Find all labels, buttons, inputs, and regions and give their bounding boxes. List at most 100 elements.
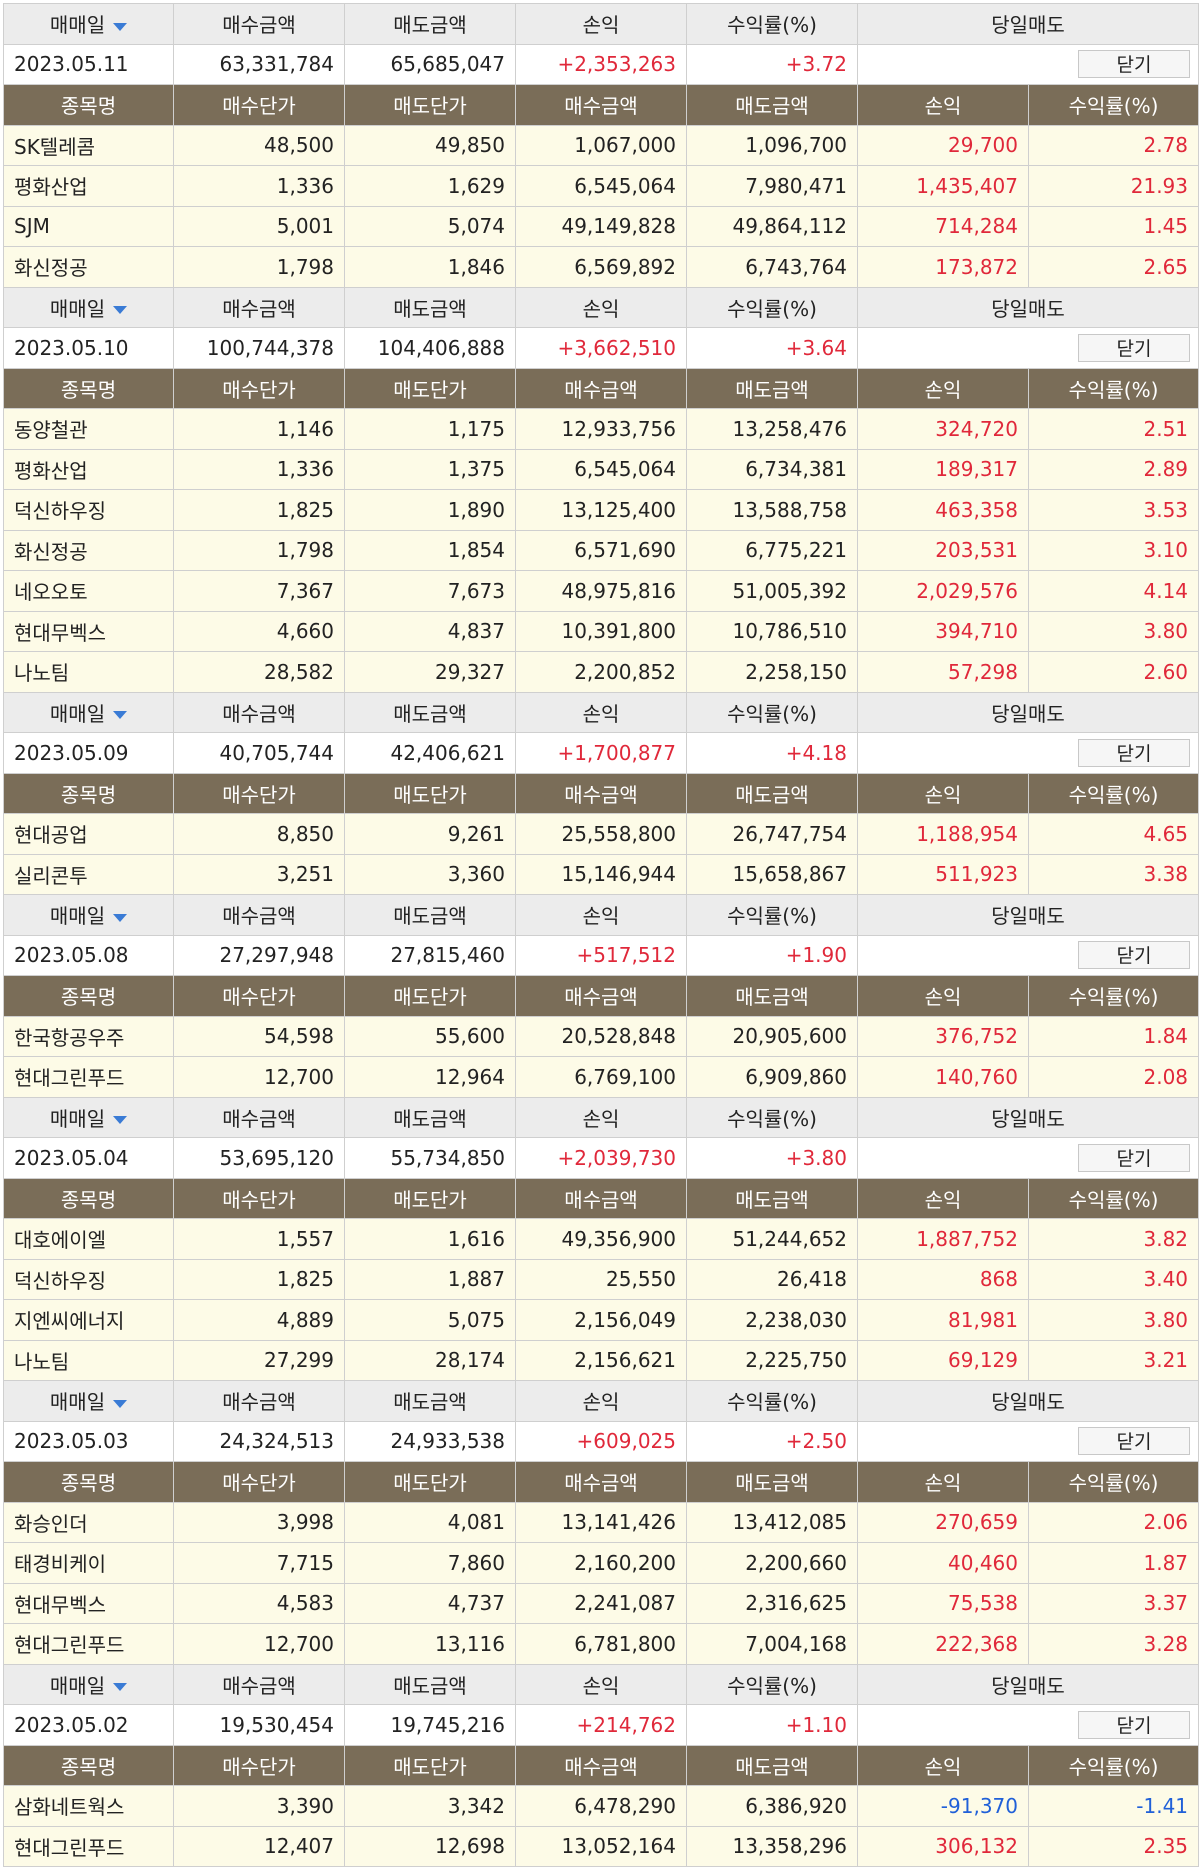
- total-return-rate: +3.72: [686, 43, 858, 85]
- profit-header: 손익: [857, 367, 1029, 409]
- table-row[interactable]: 현대무벡스 4,583 4,737 2,241,087 2,316,625 75,538 3…: [3, 1582, 1200, 1624]
- return-rate-header: 수익률(%): [1027, 367, 1200, 409]
- close-button[interactable]: 닫기: [1078, 1427, 1191, 1456]
- sell-price: 1,375: [344, 448, 516, 490]
- buy-price: 5,001: [173, 205, 345, 247]
- table-row[interactable]: 삼화네트웍스 3,390 3,342 6,478,290 6,386,920 -91,37…: [3, 1785, 1200, 1827]
- profit: 270,659: [857, 1501, 1029, 1543]
- sell-price: 1,175: [344, 408, 516, 450]
- table-row[interactable]: 동양철관 1,146 1,175 12,933,756 13,258,476 324,72…: [3, 408, 1200, 450]
- stock-detail-header: 종목명 매수단가 매도단가 매수금액 매도금액 손익 수익률(%): [3, 1744, 1200, 1786]
- stock-name: 덕신하우징: [3, 489, 174, 531]
- total-profit: +1,700,877: [515, 732, 687, 774]
- sell-amount: 51,244,652: [686, 1218, 858, 1260]
- close-button[interactable]: 닫기: [1078, 941, 1191, 970]
- date-column-header[interactable]: 매매일: [3, 1663, 174, 1705]
- table-row[interactable]: 화신정공 1,798 1,846 6,569,892 6,743,764 173,872 2…: [3, 246, 1200, 288]
- sell-amount: 13,588,758: [686, 489, 858, 531]
- sell-price: 28,174: [344, 1339, 516, 1381]
- profit: 140,760: [857, 1056, 1029, 1098]
- total-profit: +2,039,730: [515, 1137, 687, 1179]
- sell-price: 9,261: [344, 813, 516, 855]
- total-buy-amount: 24,324,513: [173, 1420, 345, 1462]
- profit: 376,752: [857, 1015, 1029, 1057]
- close-button[interactable]: 닫기: [1078, 1143, 1191, 1172]
- stock-detail-header: 종목명 매수단가 매도단가 매수금액 매도금액 손익 수익률(%): [3, 772, 1200, 814]
- stock-name: 동양철관: [3, 408, 174, 450]
- buy-price-header: 매수단가: [173, 1461, 345, 1503]
- table-row[interactable]: 지엔씨에너지 4,889 5,075 2,156,049 2,238,030 81,981…: [3, 1299, 1200, 1341]
- stock-detail-header: 종목명 매수단가 매도단가 매수금액 매도금액 손익 수익률(%): [3, 84, 1200, 126]
- sell-price: 5,075: [344, 1299, 516, 1341]
- date-column-header[interactable]: 매매일: [3, 1096, 174, 1138]
- total-buy-amount: 27,297,948: [173, 934, 345, 976]
- stock-name: 지엔씨에너지: [3, 1299, 174, 1341]
- table-row[interactable]: 실리콘투 3,251 3,360 15,146,944 15,658,867 511,92…: [3, 853, 1200, 895]
- table-row[interactable]: SK텔레콤 48,500 49,850 1,067,000 1,096,700 29,70…: [3, 124, 1200, 166]
- profit: 714,284: [857, 205, 1029, 247]
- day-summary-row: 2023.05.08 27,297,948 27,815,460 +517,512 +1…: [3, 934, 1200, 976]
- close-button[interactable]: 닫기: [1078, 333, 1191, 362]
- sell-price: 7,860: [344, 1542, 516, 1584]
- table-row[interactable]: 덕신하우징 1,825 1,887 25,550 26,418 868 3.40: [3, 1258, 1200, 1300]
- buy-price-header: 매수단가: [173, 367, 345, 409]
- table-row[interactable]: 현대그린푸드 12,407 12,698 13,052,164 13,358,296 30…: [3, 1825, 1200, 1867]
- buy-amount: 25,558,800: [515, 813, 687, 855]
- table-row[interactable]: 현대그린푸드 12,700 13,116 6,781,800 7,004,168 222,…: [3, 1623, 1200, 1665]
- buy-price: 3,251: [173, 853, 345, 895]
- table-row[interactable]: 대호에이엘 1,557 1,616 49,356,900 51,244,652 1,887…: [3, 1218, 1200, 1260]
- sort-down-icon[interactable]: [113, 306, 128, 315]
- total-buy-amount: 63,331,784: [173, 43, 345, 85]
- sell-amount: 6,734,381: [686, 448, 858, 490]
- profit: 222,368: [857, 1623, 1029, 1665]
- table-row[interactable]: 평화산업 1,336 1,629 6,545,064 7,980,471 1,435,40…: [3, 165, 1200, 207]
- date-column-header[interactable]: 매매일: [3, 894, 174, 936]
- sort-down-icon[interactable]: [113, 1683, 128, 1692]
- table-row[interactable]: SJM 5,001 5,074 49,149,828 49,864,112 714,284…: [3, 205, 1200, 247]
- stock-name: 대호에이엘: [3, 1218, 174, 1260]
- table-row[interactable]: 현대공업 8,850 9,261 25,558,800 26,747,754 1,188,…: [3, 813, 1200, 855]
- profit-header: 손익: [515, 691, 687, 733]
- sort-down-icon[interactable]: [113, 1116, 128, 1125]
- return-rate: 3.53: [1027, 489, 1200, 531]
- date-column-header[interactable]: 매매일: [3, 691, 174, 733]
- total-return-rate: +4.18: [686, 732, 858, 774]
- table-row[interactable]: 덕신하우징 1,825 1,890 13,125,400 13,588,758 463,3…: [3, 489, 1200, 531]
- stock-name: 나노팀: [3, 651, 174, 693]
- buy-price: 1,336: [173, 165, 345, 207]
- table-row[interactable]: 화승인더 3,998 4,081 13,141,426 13,412,085 270,65…: [3, 1501, 1200, 1543]
- sell-amount: 2,258,150: [686, 651, 858, 693]
- table-row[interactable]: 화신정공 1,798 1,854 6,571,690 6,775,221 203,531 3…: [3, 529, 1200, 571]
- table-row[interactable]: 평화산업 1,336 1,375 6,545,064 6,734,381 189,317 2…: [3, 448, 1200, 490]
- date-column-header[interactable]: 매매일: [3, 1380, 174, 1422]
- sell-amount: 20,905,600: [686, 1015, 858, 1057]
- close-button[interactable]: 닫기: [1078, 50, 1191, 79]
- table-row[interactable]: 나노팀 27,299 28,174 2,156,621 2,225,750 69,129 3…: [3, 1339, 1200, 1381]
- sell-price: 4,081: [344, 1501, 516, 1543]
- same-day-sell-header: 당일매도: [856, 1096, 1200, 1138]
- buy-amount: 6,478,290: [515, 1785, 687, 1827]
- profit-header: 손익: [857, 84, 1029, 126]
- date-column-header[interactable]: 매매일: [3, 286, 174, 328]
- table-row[interactable]: 현대무벡스 4,660 4,837 10,391,800 10,786,510 394,7…: [3, 610, 1200, 652]
- table-row[interactable]: 한국항공우주 54,598 55,600 20,528,848 20,905,600 37…: [3, 1015, 1200, 1057]
- close-button[interactable]: 닫기: [1078, 1710, 1191, 1739]
- sort-down-icon[interactable]: [113, 913, 128, 922]
- sell-price: 13,116: [344, 1623, 516, 1665]
- return-rate-header: 수익률(%): [1027, 1177, 1200, 1219]
- sort-down-icon[interactable]: [113, 711, 128, 720]
- buy-price: 54,598: [173, 1015, 345, 1057]
- table-row[interactable]: 태경비케이 7,715 7,860 2,160,200 2,200,660 40,460 1…: [3, 1542, 1200, 1584]
- table-row[interactable]: 현대그린푸드 12,700 12,964 6,769,100 6,909,860 140,…: [3, 1056, 1200, 1098]
- table-row[interactable]: 네오오토 7,367 7,673 48,975,816 51,005,392 2,029,…: [3, 570, 1200, 612]
- buy-price-header: 매수단가: [173, 84, 345, 126]
- close-button[interactable]: 닫기: [1078, 738, 1191, 767]
- date-column-header[interactable]: 매매일: [3, 3, 174, 45]
- date-header-label: 매매일: [49, 904, 106, 929]
- sort-down-icon[interactable]: [113, 1399, 128, 1408]
- sort-down-icon[interactable]: [113, 22, 128, 31]
- sell-price: 1,890: [344, 489, 516, 531]
- stock-name: 평화산업: [3, 165, 174, 207]
- return-rate: 4.65: [1027, 813, 1200, 855]
- table-row[interactable]: 나노팀 28,582 29,327 2,200,852 2,258,150 57,298 2…: [3, 651, 1200, 693]
